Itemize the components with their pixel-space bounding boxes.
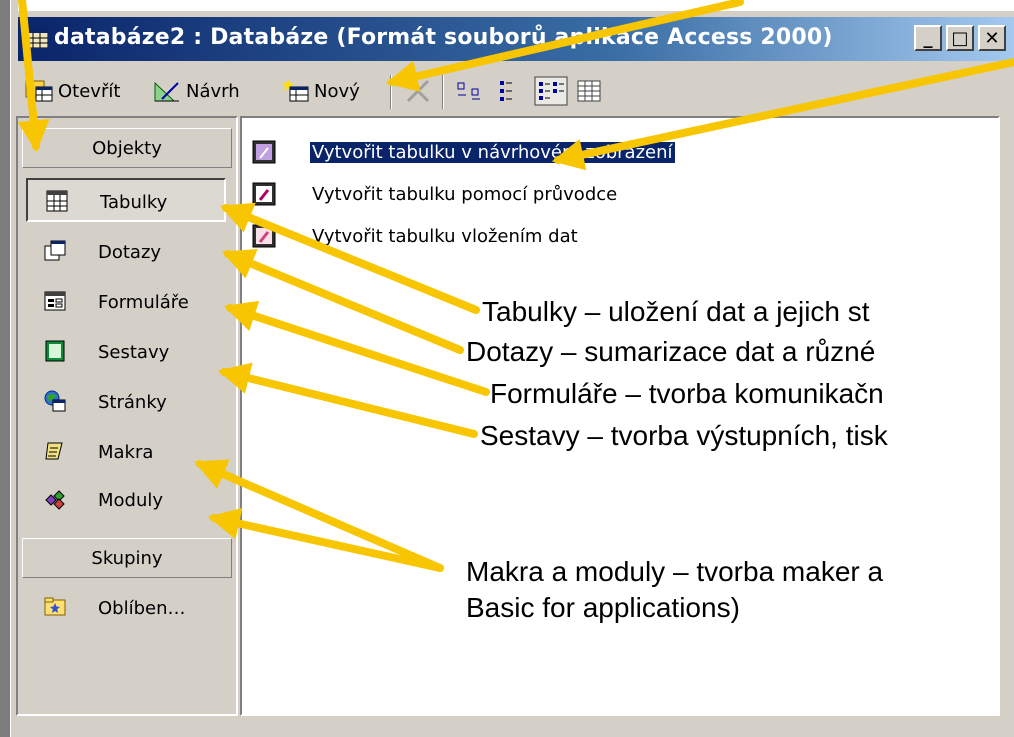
objects-list: Vytvořit tabulku v návrhovém zobrazení V…: [240, 116, 1000, 716]
annotation-sestavy: Sestavy – tvorba výstupních, tisk: [480, 420, 888, 451]
maximize-button[interactable]: □: [946, 25, 974, 51]
new-label: Nový: [314, 80, 360, 102]
sidebar-item-oblibene[interactable]: Oblíben…: [26, 586, 226, 630]
list-view-button[interactable]: [534, 75, 572, 107]
annotation-formulare: Formuláře – tvorba komunikačn: [490, 378, 884, 409]
sidebar-item-label: Moduly: [98, 490, 164, 511]
sidebar-item-label: Stránky: [98, 392, 167, 413]
module-icon: [45, 490, 65, 510]
open-label: Otevřít: [58, 80, 121, 102]
list-item-label: Vytvořit tabulku pomocí průvodce: [312, 184, 618, 205]
design-label: Návrh: [186, 80, 240, 102]
sidebar-item-label: Formuláře: [98, 292, 189, 313]
table-icon: [46, 190, 68, 212]
list-item-label: Vytvořit tabulku v návrhovém zobrazení: [309, 141, 676, 164]
design-ruler-icon: [154, 81, 179, 102]
minimize-button[interactable]: _: [914, 25, 942, 51]
page-icon: [44, 390, 66, 412]
sidebar-item-label: Dotazy: [98, 242, 162, 263]
list-item-label: Vytvořit tabulku vložením dat: [312, 226, 578, 247]
objects-bar: Objekty Tabulky Dotazy Formuláře Sestavy…: [16, 116, 238, 716]
groups-header[interactable]: Skupiny: [22, 538, 232, 578]
form-icon: [44, 291, 66, 311]
wizard-icon: [252, 182, 276, 206]
sidebar-item-tabulky[interactable]: Tabulky: [26, 178, 226, 222]
toolbar-separator: [442, 75, 444, 109]
sidebar-item-formulare[interactable]: Formuláře: [26, 280, 226, 324]
delete-button[interactable]: [402, 75, 438, 107]
toolbar: Otevřít Návrh Nový: [18, 65, 1014, 119]
annotation-dotazy: Dotazy – sumarizace dat a různé: [466, 336, 876, 367]
small-icons-button[interactable]: [494, 75, 530, 107]
sidebar-item-label: Makra: [98, 442, 154, 463]
window-title: databáze2 : Databáze (Formát souborů apl…: [54, 25, 833, 50]
query-icon: [44, 240, 66, 261]
open-icon: [25, 80, 53, 102]
delete-x-icon: [406, 79, 430, 103]
title-bar[interactable]: databáze2 : Databáze (Formát souborů apl…: [18, 17, 1014, 61]
left-frame: [0, 0, 10, 737]
sidebar-item-label: Oblíben…: [98, 598, 186, 619]
new-table-icon: [281, 78, 309, 102]
annotation-makra: Makra a moduly – tvorba maker a: [466, 556, 884, 587]
sidebar-item-makra[interactable]: Makra: [26, 430, 226, 474]
sidebar-item-label: Sestavy: [98, 342, 170, 363]
small-icons-icon: [500, 81, 512, 101]
report-icon: [45, 340, 65, 362]
new-button[interactable]: Nový: [280, 75, 360, 107]
sidebar-item-sestavy[interactable]: Sestavy: [26, 330, 226, 374]
toolbar-separator: [390, 75, 392, 109]
details-view-button[interactable]: [574, 75, 610, 107]
list-view-icon: [534, 76, 568, 106]
favorites-folder-icon: [44, 597, 66, 616]
sidebar-item-stranky[interactable]: Stránky: [26, 380, 226, 424]
wizard-icon: [252, 224, 276, 248]
open-button[interactable]: Otevřít: [24, 75, 120, 107]
sidebar-item-label: Tabulky: [100, 192, 168, 213]
details-view-icon: [577, 80, 601, 102]
wizard-icon: [252, 140, 276, 164]
close-button[interactable]: ✕: [978, 25, 1006, 51]
design-button[interactable]: Návrh: [152, 75, 240, 107]
macro-icon: [45, 442, 63, 460]
annotation-makra-line2: Basic for applications): [466, 592, 740, 623]
large-icons-button[interactable]: [454, 75, 490, 107]
database-icon: [26, 28, 48, 48]
large-icons-icon: [457, 82, 480, 100]
sidebar-item-moduly[interactable]: Moduly: [26, 478, 226, 522]
annotation-tabulky: Tabulky – uložení dat a jejich st: [482, 296, 870, 327]
objects-header[interactable]: Objekty: [22, 128, 232, 168]
sidebar-item-dotazy[interactable]: Dotazy: [26, 230, 226, 274]
